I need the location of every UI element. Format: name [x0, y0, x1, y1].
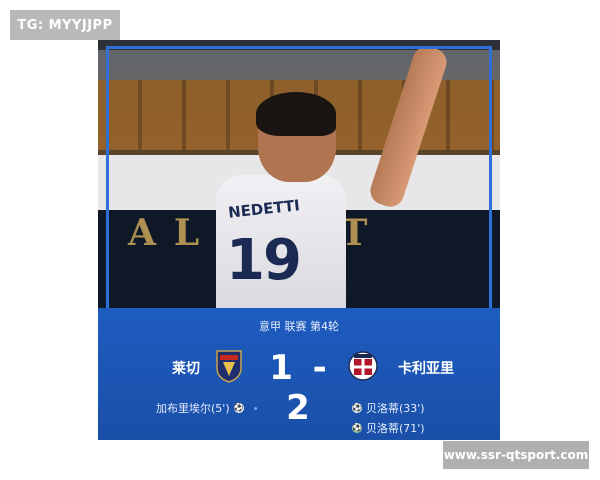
away-team-name[interactable]: 卡利亚里 — [398, 358, 454, 378]
home-scorer-1: 加布里埃尔(5') ⚽ — [156, 400, 257, 416]
cagliari-badge[interactable] — [348, 348, 378, 384]
photo-frame — [106, 46, 492, 308]
penalty-ball-icon: ⚽ — [352, 423, 362, 433]
lecce-badge[interactable] — [214, 348, 244, 384]
home-team-name[interactable]: 莱切 — [172, 358, 200, 378]
lecce-badge-icon — [216, 350, 242, 383]
away-scorer-label: 贝洛蒂(33') — [366, 402, 425, 415]
away-scorer-label: 贝洛蒂(71') — [366, 422, 425, 435]
away-scorer-2: ⚽ 贝洛蒂(71') — [352, 420, 425, 436]
player-photo: AL OTT NEDETTI 19 — [98, 40, 500, 308]
score-panel: 意甲 联赛 第4轮 莱切 1 - 2 卡利亚里 加布里埃尔(5') ⚽ ⚽ 贝洛… — [98, 308, 500, 440]
separator-dot — [253, 406, 257, 410]
watermark-bottom: www.ssr-qtsport.com — [443, 441, 589, 469]
cagliari-badge-icon — [348, 351, 378, 381]
match-card: AL OTT NEDETTI 19 意甲 联赛 第4轮 莱切 1 - 2 — [98, 40, 500, 440]
home-scorer-label: 加布里埃尔(5') — [156, 402, 230, 415]
match-score: 1 - 2 — [269, 348, 331, 428]
watermark-top: TG: MYYJJPP — [10, 10, 120, 40]
away-scorer-1: ⚽ 贝洛蒂(33') — [352, 400, 425, 416]
ball-icon: ⚽ — [233, 403, 244, 413]
match-info: 意甲 联赛 第4轮 — [259, 320, 339, 333]
ball-icon: ⚽ — [352, 403, 362, 413]
